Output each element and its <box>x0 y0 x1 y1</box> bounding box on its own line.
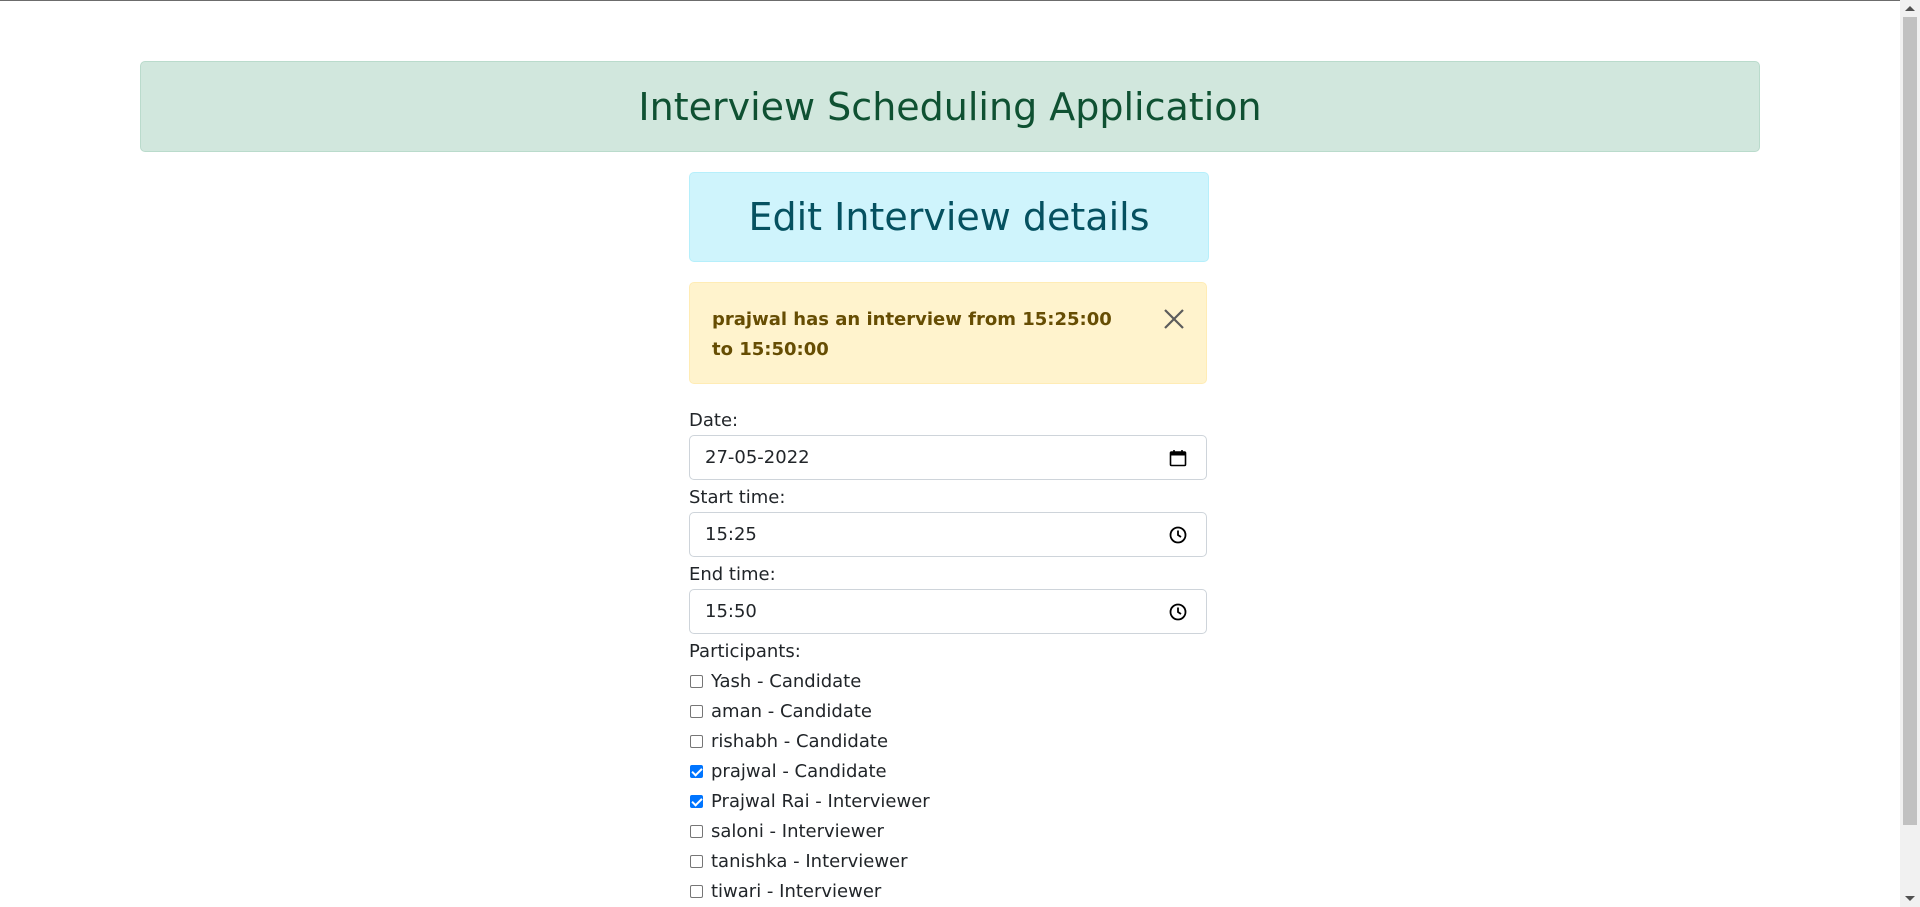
scroll-up-icon[interactable] <box>1905 6 1915 11</box>
scrollbar-thumb[interactable] <box>1903 17 1917 825</box>
participant-item[interactable]: Yash - Candidate <box>689 666 1209 696</box>
participant-item[interactable]: tiwari - Interviewer <box>689 876 1209 906</box>
end-time-input[interactable] <box>690 590 1206 633</box>
participant-item[interactable]: Prajwal Rai - Interviewer <box>689 786 1209 816</box>
date-label: Date: <box>689 410 739 431</box>
app-title-banner: Interview Scheduling Application <box>140 61 1760 152</box>
participant-checkbox[interactable] <box>690 764 703 778</box>
date-input[interactable] <box>690 436 1206 479</box>
participant-item[interactable]: rishabh - Candidate <box>689 726 1209 756</box>
end-time-field[interactable] <box>689 589 1207 634</box>
participant-checkbox[interactable] <box>690 884 703 898</box>
participant-label[interactable]: prajwal - Candidate <box>711 761 887 782</box>
page-heading: Edit Interview details <box>748 195 1150 239</box>
participant-checkbox[interactable] <box>690 674 703 688</box>
start-time-label: Start time: <box>689 487 786 508</box>
participant-label[interactable]: Prajwal Rai - Interviewer <box>711 791 930 812</box>
clock-icon[interactable] <box>1168 602 1188 622</box>
vertical-scrollbar[interactable] <box>1900 0 1920 907</box>
start-time-input[interactable] <box>690 513 1206 556</box>
participant-label[interactable]: rishabh - Candidate <box>711 731 888 752</box>
participant-item[interactable]: tanishka - Interviewer <box>689 846 1209 876</box>
conflict-alert: prajwal has an interview from 15:25:00 t… <box>689 282 1207 384</box>
close-icon[interactable] <box>1160 305 1188 333</box>
participant-checkbox[interactable] <box>690 794 703 808</box>
page-heading-banner: Edit Interview details <box>689 172 1209 262</box>
participant-item[interactable]: saloni - Interviewer <box>689 816 1209 846</box>
interview-form: Date: Start time: End time: <box>689 405 1209 906</box>
participant-item[interactable]: aman - Candidate <box>689 696 1209 726</box>
participant-checkbox[interactable] <box>690 734 703 748</box>
participant-checkbox[interactable] <box>690 704 703 718</box>
scroll-down-icon[interactable] <box>1905 896 1915 901</box>
page: Interview Scheduling Application Edit In… <box>0 0 1900 907</box>
calendar-icon[interactable] <box>1168 448 1188 468</box>
participant-checkbox[interactable] <box>690 854 703 868</box>
date-field[interactable] <box>689 435 1207 480</box>
participant-label[interactable]: tiwari - Interviewer <box>711 881 881 902</box>
participant-label[interactable]: saloni - Interviewer <box>711 821 884 842</box>
participant-item[interactable]: prajwal - Candidate <box>689 756 1209 786</box>
participant-label[interactable]: aman - Candidate <box>711 701 872 722</box>
participant-label[interactable]: Yash - Candidate <box>711 671 861 692</box>
participant-label[interactable]: tanishka - Interviewer <box>711 851 908 872</box>
clock-icon[interactable] <box>1168 525 1188 545</box>
end-time-label: End time: <box>689 564 776 585</box>
participant-checkbox[interactable] <box>690 824 703 838</box>
participants-label: Participants: <box>689 641 801 662</box>
start-time-field[interactable] <box>689 512 1207 557</box>
alert-message: prajwal has an interview from 15:25:00 t… <box>712 309 1112 360</box>
app-title: Interview Scheduling Application <box>638 84 1262 129</box>
